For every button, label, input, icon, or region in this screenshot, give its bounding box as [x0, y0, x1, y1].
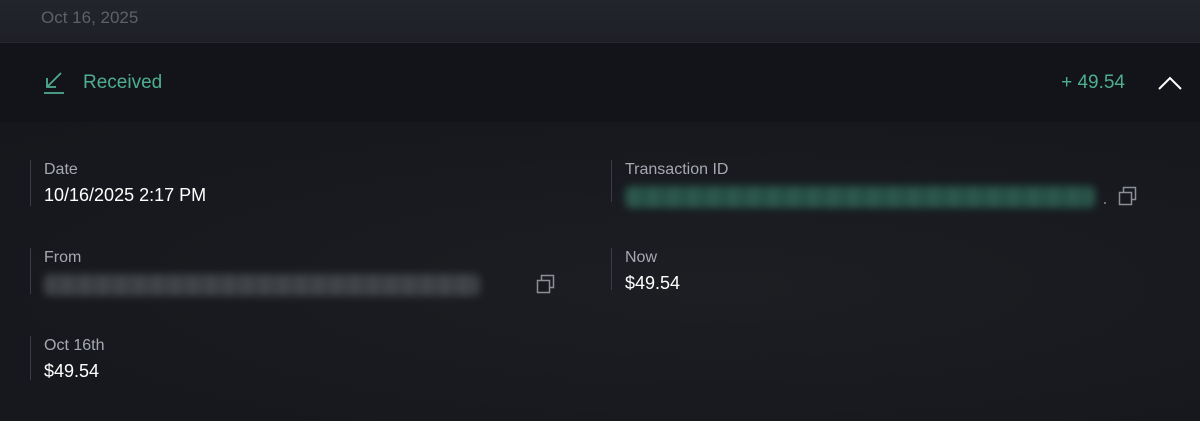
from-field: From: [30, 248, 494, 296]
ellipsis-dot: [1104, 202, 1106, 204]
transaction-id-field: Transaction ID: [611, 160, 1115, 208]
historic-label: Oct 16th: [44, 337, 105, 354]
now-value-field: Now $49.54: [611, 248, 680, 293]
from-address-redacted: [44, 274, 480, 296]
copy-transaction-id-icon[interactable]: [1117, 185, 1139, 207]
transaction-summary-row[interactable]: Received + 49.54: [0, 42, 1200, 123]
transaction-type-label: Received: [83, 72, 163, 93]
date-header-text: Oct 16, 2025: [41, 8, 139, 27]
transaction-amount: + 49.54: [1061, 72, 1125, 93]
transaction-id-value-redacted: [625, 186, 1095, 208]
arrow-down-left-icon: [44, 72, 64, 94]
date-value: 10/16/2025 2:17 PM: [44, 185, 207, 205]
historic-value: $49.54: [44, 361, 100, 381]
date-label: Date: [44, 161, 78, 178]
date-field: Date 10/16/2025 2:17 PM: [30, 160, 206, 206]
transaction-details-panel: Date 10/16/2025 2:17 PM Transaction ID F…: [0, 122, 1200, 421]
from-label: From: [44, 249, 82, 266]
transaction-id-label: Transaction ID: [625, 161, 729, 178]
chevron-up-icon[interactable]: [1157, 74, 1183, 92]
date-header: Oct 16, 2025: [0, 0, 1200, 42]
historic-value-field: Oct 16th $49.54: [30, 336, 105, 381]
now-label: Now: [625, 249, 658, 266]
copy-from-address-icon[interactable]: [535, 273, 557, 295]
now-value: $49.54: [625, 273, 681, 293]
